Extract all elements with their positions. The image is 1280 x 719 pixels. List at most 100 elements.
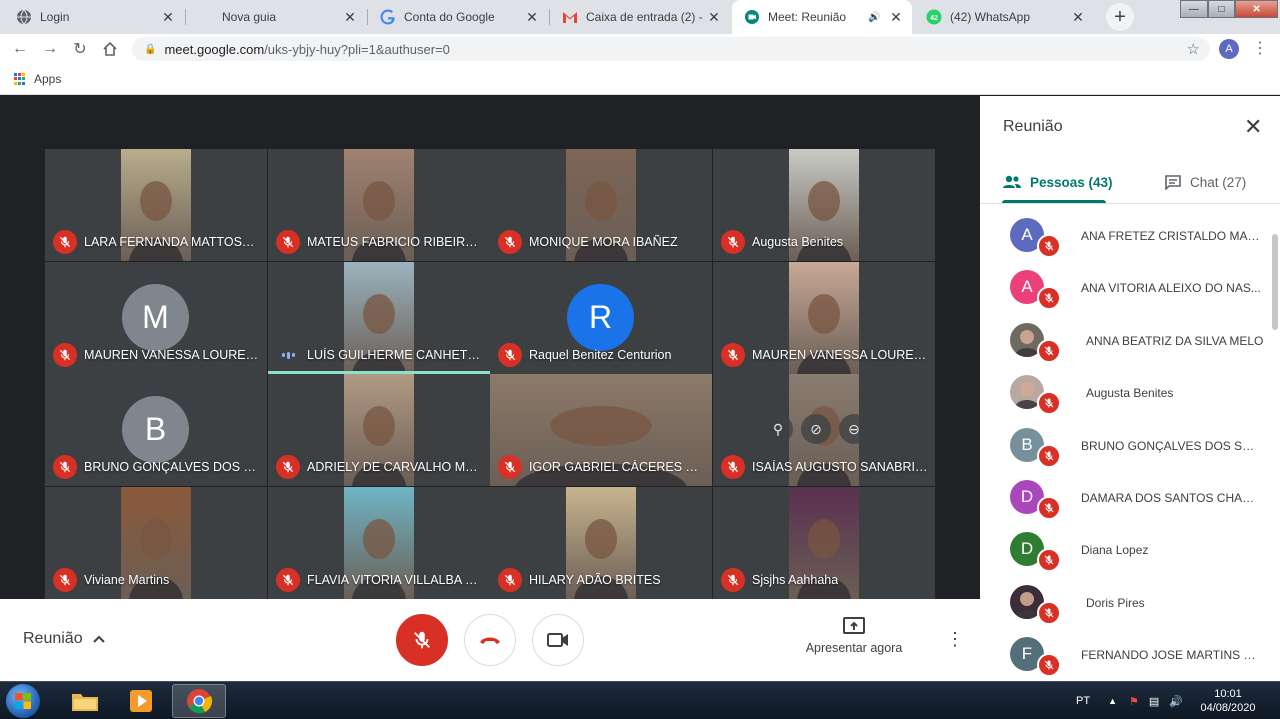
participant-name: MAUREN VANESSA LOUREN... <box>84 348 261 362</box>
browser-tab[interactable]: 42 (42) WhatsApp ✕ <box>914 0 1094 34</box>
more-options-icon[interactable]: ⋮ <box>946 629 964 650</box>
blank-tab-icon <box>198 9 214 25</box>
participant-list-name: Augusta Benites <box>1086 386 1174 401</box>
participant-tile[interactable]: ADRIELY DE CARVALHO MAR... <box>268 374 490 486</box>
language-indicator[interactable]: PT <box>1076 695 1090 707</box>
taskbar-media-player[interactable] <box>114 684 168 718</box>
participant-tile[interactable]: B BRUNO GONÇALVES DOS SA... <box>45 374 267 486</box>
maximize-button[interactable]: □ <box>1207 0 1236 18</box>
participants-list: A ANA FRETEZ CRISTALDO MAR... A ANA VITOR… <box>980 204 1280 681</box>
close-tab-icon[interactable]: ✕ <box>160 9 176 26</box>
microphone-toggle-button[interactable] <box>396 614 448 666</box>
participant-list-item[interactable]: Augusta Benites <box>980 368 1270 420</box>
participants-scrollbar[interactable] <box>1272 234 1278 330</box>
tray-expand-icon[interactable]: ▲ <box>1108 696 1117 706</box>
meeting-title: Reunião <box>23 630 83 647</box>
participant-tile[interactable]: Viviane Martins <box>45 487 267 599</box>
participant-list-item[interactable]: A ANA VITORIA ALEIXO DO NAS... <box>980 263 1270 315</box>
participant-list-name: Diana Lopez <box>1081 543 1149 558</box>
start-button[interactable] <box>6 684 40 718</box>
browser-tab-strip: Login ✕ Nova guia ✕ Conta do Google ✕ Caixa de… <box>0 0 1280 34</box>
address-bar[interactable]: 🔒 meet.google.com /uks-ybjy-huy?pli=1&au… <box>132 37 1210 61</box>
profile-avatar[interactable]: A <box>1219 39 1239 59</box>
system-tray: PT ▲ ⚑ ▤ 🔊 <box>1076 682 1183 719</box>
browser-tab[interactable]: Meet: Reunião 🔊 ✕ <box>732 0 912 34</box>
browser-tab[interactable]: Conta do Google ✕ <box>368 0 548 34</box>
taskbar-chrome[interactable] <box>172 684 226 718</box>
participant-list-item[interactable]: F FERNANDO JOSE MARTINS BI... <box>980 630 1270 681</box>
participant-tile[interactable]: FLAVIA VITORIA VILLALBA SI... <box>268 487 490 599</box>
participant-tile[interactable]: HILARY ADÃO BRITES <box>490 487 712 599</box>
close-tab-icon[interactable]: ✕ <box>1070 9 1086 26</box>
tab-title: Login <box>40 10 70 24</box>
close-window-button[interactable]: ✕ <box>1235 0 1279 18</box>
camera-toggle-button[interactable] <box>532 614 584 666</box>
participant-tile[interactable]: MAUREN VANESSA LOUREN... <box>713 262 935 374</box>
participant-tile[interactable]: IGOR GABRIEL CÁCERES CAB... <box>490 374 712 486</box>
close-tab-icon[interactable]: ✕ <box>524 9 540 26</box>
participant-list-item[interactable]: ANNA BEATRIZ DA SILVA MELO <box>980 316 1270 368</box>
mic-muted-icon <box>498 568 522 592</box>
people-icon <box>1003 175 1021 188</box>
participant-tile[interactable]: Sjsjhs Aahhaha <box>713 487 935 599</box>
leave-call-button[interactable] <box>464 614 516 666</box>
home-icon[interactable] <box>100 39 120 59</box>
mic-muted-icon <box>53 455 77 479</box>
present-now-button[interactable]: Apresentar agora <box>794 617 914 655</box>
tab-people[interactable]: Pessoas (43) <box>1002 160 1113 204</box>
close-tab-icon[interactable]: ✕ <box>342 9 358 26</box>
mute-participant-icon[interactable]: ⊘ <box>801 414 831 444</box>
browser-tab[interactable]: Nova guia ✕ <box>186 0 366 34</box>
mic-muted-icon <box>53 230 77 254</box>
participant-label: FLAVIA VITORIA VILLALBA SI... <box>276 568 484 592</box>
participant-list-item[interactable]: B BRUNO GONÇALVES DOS SAN... <box>980 421 1270 473</box>
system-clock[interactable]: 10:01 04/08/2020 <box>1196 687 1260 715</box>
participant-grid: LARA FERNANDA MATTOSO ... MATEUS FABRICI… <box>45 149 936 599</box>
participant-tile[interactable]: M MAUREN VANESSA LOUREN... <box>45 262 267 374</box>
participant-list-name: ANA FRETEZ CRISTALDO MAR... <box>1081 229 1261 243</box>
new-tab-button[interactable]: + <box>1106 3 1134 31</box>
mic-muted-icon <box>1037 391 1061 416</box>
hang-up-icon <box>480 637 500 644</box>
browser-tab[interactable]: Login ✕ <box>4 0 184 34</box>
participant-tile[interactable]: LUÍS GUILHERME CANHETE ... <box>268 262 490 374</box>
minimize-button[interactable]: — <box>1180 0 1208 18</box>
participant-label: ADRIELY DE CARVALHO MAR... <box>276 455 484 479</box>
browser-menu-icon[interactable]: ⋮ <box>1252 38 1268 58</box>
bookmark-star-icon[interactable]: ☆ <box>1187 40 1200 58</box>
forward-arrow-icon[interactable]: → <box>40 39 60 59</box>
tab-audio-icon[interactable]: 🔊 <box>868 12 882 23</box>
participant-list-item[interactable]: D Diana Lopez <box>980 525 1270 577</box>
participant-tile[interactable]: MATEUS FABRICIO RIBEIRO P... <box>268 149 490 261</box>
back-arrow-icon[interactable]: ← <box>10 39 30 59</box>
panel-title: Reunião <box>1003 118 1063 135</box>
participant-tile[interactable]: MONIQUE MORA IBAÑEZ <box>490 149 712 261</box>
participant-tile[interactable]: Augusta Benites <box>713 149 935 261</box>
apps-grid-icon[interactable] <box>14 73 26 85</box>
mic-muted-icon <box>1037 548 1061 573</box>
browser-tab[interactable]: Caixa de entrada (2) - an✕ <box>550 0 730 34</box>
remove-participant-icon[interactable]: ⊖ <box>839 414 869 444</box>
mic-muted-icon <box>1037 443 1061 468</box>
participant-list-item[interactable]: D DAMARA DOS SANTOS CHAM... <box>980 473 1270 525</box>
volume-icon[interactable]: 🔊 <box>1169 695 1183 708</box>
close-tab-icon[interactable]: ✕ <box>706 9 722 26</box>
apps-bookmark[interactable]: Apps <box>34 72 61 86</box>
participant-tile[interactable]: ⚲ ⊘ ⊖ ISAÍAS AUGUSTO SANABRIA ... <box>713 374 935 486</box>
participant-list-item[interactable]: Doris Pires <box>980 578 1270 630</box>
pin-icon[interactable]: ⚲ <box>763 414 793 444</box>
close-tab-icon[interactable]: ✕ <box>888 9 904 26</box>
participant-name: LARA FERNANDA MATTOSO ... <box>84 235 261 249</box>
participant-tile[interactable]: LARA FERNANDA MATTOSO ... <box>45 149 267 261</box>
meeting-details-toggle[interactable]: Reunião <box>23 630 105 648</box>
action-center-flag-icon[interactable]: ⚑ <box>1129 695 1139 708</box>
reload-icon[interactable]: ↻ <box>70 39 90 59</box>
lock-icon: 🔒 <box>144 43 157 55</box>
close-panel-icon[interactable]: ✕ <box>1244 114 1262 140</box>
participant-tile[interactable]: R Raquel Benitez Centurion <box>490 262 712 374</box>
participant-list-item[interactable]: A ANA FRETEZ CRISTALDO MAR... <box>980 211 1270 263</box>
chat-icon <box>1165 175 1181 190</box>
network-icon[interactable]: ▤ <box>1149 695 1159 708</box>
taskbar-file-explorer[interactable] <box>58 684 112 718</box>
tab-chat[interactable]: Chat (27) <box>1164 160 1246 204</box>
